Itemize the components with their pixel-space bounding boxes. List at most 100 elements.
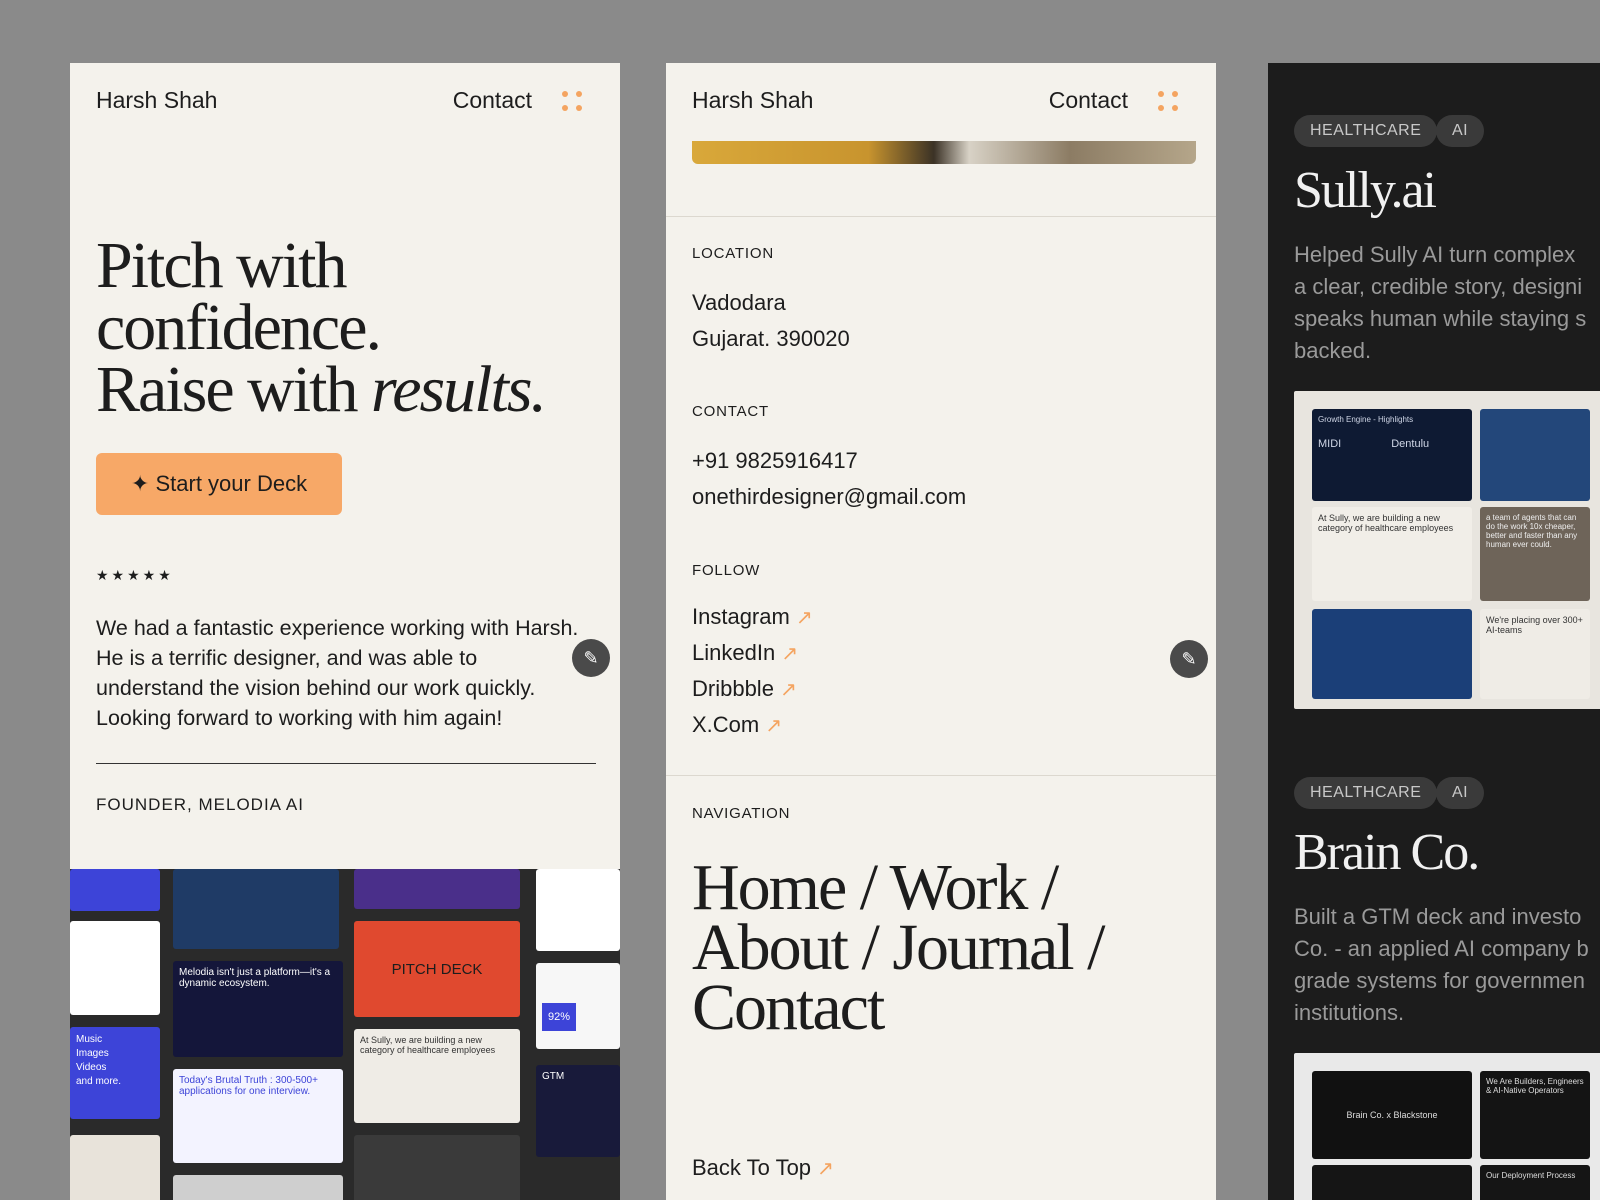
top-bar: Harsh Shah Contact bbox=[666, 63, 1216, 143]
contact-link[interactable]: Contact bbox=[1049, 87, 1128, 114]
testimonial-author: FOUNDER, MELODIA AI bbox=[96, 795, 304, 814]
blackstone-slide: Brain Co. x Blackstone bbox=[1312, 1071, 1472, 1159]
navigation-label: NAVIGATION bbox=[692, 805, 791, 822]
back-to-top-label: Back To Top bbox=[692, 1155, 812, 1180]
phone-link[interactable]: +91 9825916417 bbox=[692, 443, 858, 479]
tag-chip[interactable]: AI bbox=[1436, 115, 1485, 147]
divider bbox=[666, 775, 1216, 776]
media-more: and more. bbox=[76, 1076, 122, 1087]
menu-dots-icon[interactable] bbox=[562, 91, 582, 111]
builders-slide: We Are Builders, Engineers & AI-Native O… bbox=[1480, 1071, 1590, 1159]
big-navigation: Home / Work / About / Journal / Contact bbox=[692, 855, 1212, 1041]
case-studies-panel: HEALTHCARE AI Sully.ai Helped Sully AI t… bbox=[1268, 63, 1600, 1200]
testimonial-quote: We had a fantastic experience working wi… bbox=[96, 616, 579, 730]
start-deck-button[interactable]: ✦ Start your Deck bbox=[96, 453, 342, 515]
email-link[interactable]: onethirdesigner@gmail.com bbox=[692, 479, 966, 515]
team-slide: a team of agents that can do the work 10… bbox=[1480, 507, 1590, 601]
arrow-up-right-icon: ↗ bbox=[817, 1158, 834, 1180]
contact-panel: Harsh Shah Contact LOCATION Vadodara Guj… bbox=[666, 63, 1216, 1200]
edit-pencil-icon[interactable]: ✎ bbox=[1170, 640, 1208, 678]
contact-label: CONTACT bbox=[692, 403, 769, 420]
arrow-up-right-icon: ↗ bbox=[780, 679, 797, 701]
pitch-deck-slide: PITCH DECK bbox=[354, 921, 520, 1017]
gallery-tile bbox=[1480, 409, 1590, 501]
hero-line-3: Raise with results. bbox=[96, 357, 547, 423]
hero-line-3-text: Raise with bbox=[96, 353, 371, 426]
nav-line-about-journal[interactable]: About / Journal / bbox=[692, 915, 1212, 981]
work-gallery: Melodia isn't just a platform—it's a dyn… bbox=[70, 869, 620, 1200]
case-desc-line: speaks human while staying s bbox=[1294, 306, 1587, 331]
gallery-tile bbox=[70, 1135, 160, 1200]
media-videos: Videos bbox=[76, 1062, 107, 1073]
gallery-tile bbox=[1312, 1165, 1472, 1200]
nav-line-contact[interactable]: Contact bbox=[692, 975, 1212, 1041]
case-desc-line: institutions. bbox=[1294, 1000, 1405, 1025]
gallery-tile bbox=[70, 869, 160, 911]
midi-logo: MIDI bbox=[1318, 438, 1342, 450]
brand-name[interactable]: Harsh Shah bbox=[692, 87, 813, 114]
brainco-case-image[interactable]: Brain Co. x Blackstone We Are Builders, … bbox=[1294, 1053, 1600, 1200]
hero-line-1: Pitch with bbox=[96, 229, 348, 302]
arrow-up-right-icon: ↗ bbox=[765, 715, 783, 737]
growth-caption: Growth Engine - Highlights bbox=[1318, 415, 1414, 424]
instagram-link[interactable]: Instagram ↗ bbox=[692, 599, 813, 636]
back-to-top-link[interactable]: Back To Top ↗ bbox=[692, 1155, 834, 1181]
case-desc-line: grade systems for governmen bbox=[1294, 968, 1586, 993]
case-desc-line: a clear, credible story, designi bbox=[1294, 274, 1583, 299]
x-label: X.Com bbox=[692, 712, 760, 737]
sully-case-image[interactable]: Growth Engine - Highlights MIDI Dentulu A… bbox=[1294, 391, 1600, 709]
location-state: Gujarat. 390020 bbox=[692, 326, 850, 351]
tag-chip[interactable]: HEALTHCARE bbox=[1294, 777, 1438, 809]
case-desc-brainco: Built a GTM deck and investo Co. - an ap… bbox=[1294, 901, 1600, 1029]
case-title-brainco[interactable]: Brain Co. bbox=[1294, 823, 1480, 882]
hero-line-3-italic: results. bbox=[370, 353, 547, 426]
growth-logos: MIDI Dentulu bbox=[1318, 438, 1466, 450]
dribbble-link[interactable]: Dribbble ↗ bbox=[692, 671, 797, 708]
arrow-up-right-icon: ↗ bbox=[795, 607, 813, 629]
divider bbox=[666, 216, 1216, 217]
case-desc-line: backed. bbox=[1294, 338, 1372, 363]
case-desc-line: Helped Sully AI turn complex bbox=[1294, 242, 1576, 267]
tag-chip[interactable]: AI bbox=[1436, 777, 1485, 809]
arrow-up-right-icon: ↗ bbox=[781, 643, 799, 665]
header-photo bbox=[692, 141, 1196, 164]
divider bbox=[96, 763, 596, 764]
placing-slide: We're placing over 300+ AI-teams bbox=[1480, 609, 1590, 699]
menu-dots-icon[interactable] bbox=[1158, 91, 1178, 111]
hero-heading: Pitch with confidence. Raise with result… bbox=[96, 229, 547, 423]
deployment-slide: Our Deployment Process bbox=[1480, 1165, 1590, 1200]
gallery-tile bbox=[1312, 609, 1472, 699]
edit-pencil-icon[interactable]: ✎ bbox=[572, 639, 610, 677]
instagram-label: Instagram bbox=[692, 604, 790, 629]
gallery-tile bbox=[173, 1175, 343, 1200]
dentulu-logo: Dentulu bbox=[1391, 438, 1430, 450]
sully-slide: At Sully, we are building a new category… bbox=[354, 1029, 520, 1123]
linkedin-link[interactable]: LinkedIn ↗ bbox=[692, 635, 798, 672]
location-label: LOCATION bbox=[692, 245, 774, 262]
sully-slide: At Sully, we are building a new category… bbox=[1312, 507, 1472, 601]
ecosystem-slide: Melodia isn't just a platform—it's a dyn… bbox=[173, 961, 343, 1057]
case-desc-line: Co. - an applied AI company b bbox=[1294, 936, 1589, 961]
case-title-sully[interactable]: Sully.ai bbox=[1294, 161, 1437, 220]
gtm-slide: GTM bbox=[536, 1065, 620, 1157]
media-slide: Music Images Videos and more. bbox=[70, 1027, 160, 1119]
linkedin-label: LinkedIn bbox=[692, 640, 776, 665]
home-panel: Harsh Shah Contact Pitch with confidence… bbox=[70, 63, 620, 1200]
contact-link[interactable]: Contact bbox=[453, 87, 532, 114]
media-images: Images bbox=[76, 1048, 109, 1059]
tag-chip[interactable]: HEALTHCARE bbox=[1294, 115, 1438, 147]
top-bar: Harsh Shah Contact bbox=[70, 63, 620, 143]
gallery-tile bbox=[173, 869, 339, 949]
percent-badge: 92% bbox=[542, 1003, 577, 1031]
rating-stars: ★★★★★ bbox=[96, 567, 174, 583]
x-link[interactable]: X.Com ↗ bbox=[692, 707, 782, 744]
case-desc-sully: Helped Sully AI turn complex a clear, cr… bbox=[1294, 239, 1600, 367]
growth-slide: Growth Engine - Highlights MIDI Dentulu bbox=[1312, 409, 1472, 501]
nav-line-home-work[interactable]: Home / Work / bbox=[692, 855, 1212, 921]
follow-label: FOLLOW bbox=[692, 562, 761, 579]
gallery-tile: 92% bbox=[536, 963, 620, 1049]
location-city: Vadodara bbox=[692, 290, 786, 315]
brand-name[interactable]: Harsh Shah bbox=[96, 87, 217, 114]
gallery-tile bbox=[536, 869, 620, 951]
case-desc-line: Built a GTM deck and investo bbox=[1294, 904, 1582, 929]
